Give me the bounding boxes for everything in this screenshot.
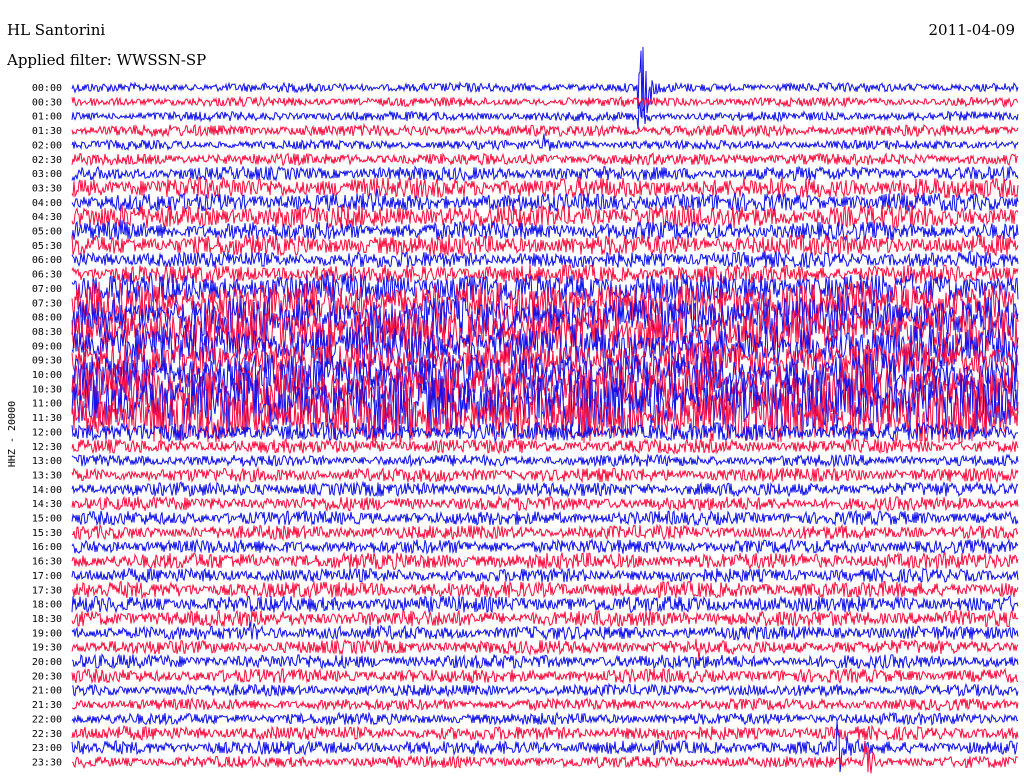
seismic-traces — [71, 46, 1019, 774]
time-tick-label: 17:30 — [32, 585, 62, 596]
time-tick-label: 10:00 — [32, 370, 62, 381]
trace-row — [71, 653, 1019, 671]
time-tick-label: 00:30 — [32, 97, 62, 108]
time-tick-label: 03:00 — [32, 169, 62, 180]
trace-row — [71, 724, 1019, 742]
trace-row — [71, 551, 1019, 571]
time-tick-label: 02:00 — [32, 140, 62, 151]
time-tick-label: 03:30 — [32, 183, 62, 194]
time-tick-label: 14:00 — [32, 485, 62, 496]
time-tick-label: 18:00 — [32, 600, 62, 611]
time-tick-label: 08:30 — [32, 327, 62, 338]
time-tick-label: 04:30 — [32, 212, 62, 223]
time-tick-label: 11:30 — [32, 413, 62, 424]
trace-row — [71, 711, 1019, 726]
trace-row — [71, 580, 1019, 600]
trace-row — [71, 233, 1019, 257]
time-tick-label: 22:00 — [32, 714, 62, 725]
time-tick-label: 20:30 — [32, 671, 62, 682]
trace-row — [71, 453, 1019, 469]
time-tick-label: 12:30 — [32, 442, 62, 453]
time-tick-label: 01:00 — [32, 112, 62, 123]
trace-row — [71, 46, 1019, 119]
station-title: HL Santorini — [7, 21, 106, 39]
trace-row — [71, 495, 1019, 513]
time-tick-label: 15:30 — [32, 528, 62, 539]
time-tick-label: 20:00 — [32, 657, 62, 668]
time-tick-label: 23:00 — [32, 743, 62, 754]
trace-row — [71, 523, 1019, 542]
time-tick-label: 13:00 — [32, 456, 62, 467]
time-tick-label: 01:30 — [32, 126, 62, 137]
time-tick-label: 14:30 — [32, 499, 62, 510]
plot-date: 2011-04-09 — [928, 21, 1015, 39]
trace-row — [71, 102, 1019, 130]
time-tick-label: 16:00 — [32, 542, 62, 553]
helicorder-plot: 00:00 00:30 01:00 01:30 02:00 02:30 03:00 03:30… — [32, 46, 1019, 774]
trace-row — [71, 122, 1019, 138]
time-tick-label: 07:30 — [32, 298, 62, 309]
trace-row — [71, 595, 1019, 614]
trace-row — [71, 567, 1019, 584]
time-tick-label: 21:00 — [32, 686, 62, 697]
time-tick-label: 00:00 — [32, 83, 62, 94]
time-tick-label: 10:30 — [32, 384, 62, 395]
time-axis-labels: 00:00 00:30 01:00 01:30 02:00 02:30 03:00 03:30… — [32, 83, 62, 768]
trace-row — [71, 697, 1019, 712]
trace-row — [71, 219, 1019, 242]
trace-row — [71, 133, 1019, 152]
trace-row — [71, 509, 1019, 527]
time-tick-label: 11:00 — [32, 399, 62, 410]
trace-row — [72, 682, 1019, 698]
time-tick-label: 13:30 — [32, 470, 62, 481]
time-tick-label: 12:00 — [32, 427, 62, 438]
trace-row — [71, 250, 1019, 270]
trace-row — [71, 95, 1019, 109]
trace-row — [71, 437, 1019, 455]
time-tick-label: 15:00 — [32, 514, 62, 525]
time-tick-label: 18:30 — [32, 614, 62, 625]
time-tick-label: 22:30 — [32, 729, 62, 740]
channel-axis-label: HHZ - 20000 — [6, 400, 18, 468]
time-tick-label: 09:30 — [32, 356, 62, 367]
time-tick-label: 04:00 — [32, 198, 62, 209]
time-tick-label: 09:00 — [32, 341, 62, 352]
time-tick-label: 17:00 — [32, 571, 62, 582]
time-tick-label: 07:00 — [32, 284, 62, 295]
time-tick-label: 21:30 — [32, 700, 62, 711]
trace-row — [71, 480, 1019, 499]
time-tick-label: 23:30 — [32, 757, 62, 768]
trace-row — [71, 609, 1019, 628]
time-tick-label: 05:00 — [32, 227, 62, 238]
time-tick-label: 05:30 — [32, 241, 62, 252]
trace-row — [71, 176, 1019, 201]
time-tick-label: 02:30 — [32, 155, 62, 166]
time-tick-label: 19:00 — [32, 628, 62, 639]
trace-row — [71, 537, 1019, 555]
trace-row — [71, 165, 1019, 183]
time-tick-label: 06:30 — [32, 270, 62, 281]
trace-row — [71, 466, 1019, 484]
time-tick-label: 06:00 — [32, 255, 62, 266]
time-tick-label: 16:30 — [32, 557, 62, 568]
time-tick-label: 19:30 — [32, 643, 62, 654]
trace-row — [71, 204, 1019, 231]
time-tick-label: 08:00 — [32, 313, 62, 324]
trace-row — [71, 152, 1019, 167]
trace-row — [71, 667, 1019, 685]
filter-label: Applied filter: WWSSN-SP — [7, 51, 207, 69]
